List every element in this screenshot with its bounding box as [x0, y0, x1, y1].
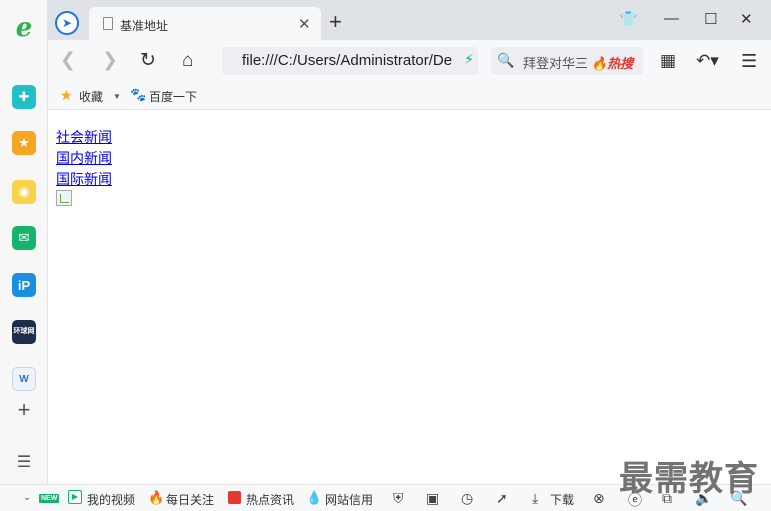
daily-follow-button[interactable]: 每日关注: [166, 491, 214, 508]
favorites-star-icon[interactable]: ★: [12, 131, 36, 155]
new-tab-button[interactable]: +: [329, 10, 342, 34]
skin-shirt-icon[interactable]: 👕: [619, 10, 638, 28]
link-international-news[interactable]: 国际新闻: [56, 170, 112, 191]
glasses-icon[interactable]: ⊗: [593, 490, 605, 507]
forward-button[interactable]: ❯: [102, 50, 118, 72]
weibo-icon[interactable]: ◉: [12, 180, 36, 204]
maximize-button[interactable]: ☐: [704, 10, 717, 28]
shield-icon[interactable]: ⛨: [393, 490, 404, 507]
chevron-down-icon[interactable]: ▼: [113, 92, 121, 101]
document-icon: [103, 17, 113, 30]
ip-app-icon[interactable]: iP: [12, 273, 36, 297]
play-icon[interactable]: ▶: [68, 490, 82, 504]
search-box[interactable]: 🔍 拜登对华三 🔥热搜: [491, 47, 643, 75]
tab-bar: ➤ 基准地址 ✕ + 👕 — ☐ ✕: [48, 0, 771, 40]
close-window-button[interactable]: ✕: [740, 10, 753, 28]
hot-search-label[interactable]: 🔥热搜: [591, 53, 633, 72]
add-app-icon[interactable]: +: [12, 397, 36, 422]
lightning-icon[interactable]: ⚡: [464, 51, 474, 68]
download-icon[interactable]: ⤓: [532, 490, 538, 507]
download-button[interactable]: 下载: [550, 491, 574, 508]
image-icon[interactable]: ▣: [426, 490, 439, 507]
news-app-icon[interactable]: 环球网: [12, 320, 36, 344]
browser-logo-icon[interactable]: e: [12, 13, 36, 43]
favorites-menu[interactable]: 收藏: [79, 88, 103, 105]
word-doc-icon[interactable]: W: [12, 367, 36, 391]
address-input[interactable]: file:///C:/Users/Administrator/Desktop: [242, 52, 452, 69]
bookmarks-bar: ★ 收藏 ▼ 🐾 百度一下: [48, 82, 771, 110]
rocket-icon[interactable]: ➚: [496, 490, 508, 507]
news-icon: [228, 491, 241, 504]
mail-icon[interactable]: ✉: [12, 226, 36, 250]
watermark-logo: 最需教育: [619, 459, 759, 499]
search-icon: 🔍: [497, 52, 515, 68]
page-content: 社会新闻 国内新闻 国际新闻: [48, 110, 771, 484]
sidebar-menu-icon[interactable]: ☰: [12, 450, 36, 474]
tab-close-icon[interactable]: ✕: [298, 15, 311, 33]
back-button[interactable]: ❮: [60, 50, 76, 72]
minimize-button[interactable]: —: [664, 10, 679, 27]
home-button[interactable]: ⌂: [182, 50, 193, 72]
search-input[interactable]: 拜登对华三: [523, 53, 587, 72]
address-bar[interactable]: file:///C:/Users/Administrator/Desktop ⚡: [222, 47, 478, 75]
tab-active[interactable]: 基准地址 ✕: [89, 7, 321, 40]
news-links: 社会新闻 国内新闻 国际新闻: [56, 128, 112, 191]
grid-apps-icon[interactable]: ▦: [660, 50, 676, 72]
hot-news-button[interactable]: 热点资讯: [246, 491, 294, 508]
main-menu-icon[interactable]: ☰: [741, 50, 757, 72]
broken-image-icon: [56, 190, 72, 206]
health-plus-icon[interactable]: ✚: [12, 85, 36, 109]
link-domestic-news[interactable]: 国内新闻: [56, 149, 112, 170]
tab-title: 基准地址: [120, 19, 169, 33]
water-drop-icon: 💧: [306, 490, 323, 505]
undo-close-tab-icon[interactable]: ↶▾: [696, 50, 719, 72]
site-credit-button[interactable]: 网站信用: [325, 491, 373, 508]
navigation-compass-icon[interactable]: ➤: [55, 11, 79, 35]
link-social-news[interactable]: 社会新闻: [56, 128, 112, 149]
bookmark-baidu[interactable]: 百度一下: [149, 88, 197, 105]
address-toolbar: ❮ ❯ ↻ ⌂ file:///C:/Users/Administrator/D…: [48, 40, 771, 82]
reload-button[interactable]: ↻: [140, 50, 156, 72]
baidu-paw-icon: 🐾: [130, 87, 147, 102]
speed-icon[interactable]: ◷: [461, 490, 473, 507]
left-sidebar: e ✚ ★ ◉ ✉ iP 环球网 W + ☰: [0, 0, 48, 484]
new-badge: NEW: [39, 494, 60, 503]
favorites-star-icon[interactable]: ★: [60, 87, 73, 104]
my-video-button[interactable]: 我的视频: [87, 491, 135, 508]
chevron-down-icon[interactable]: ⌄: [23, 492, 31, 503]
fire-icon: 🔥: [148, 490, 165, 505]
